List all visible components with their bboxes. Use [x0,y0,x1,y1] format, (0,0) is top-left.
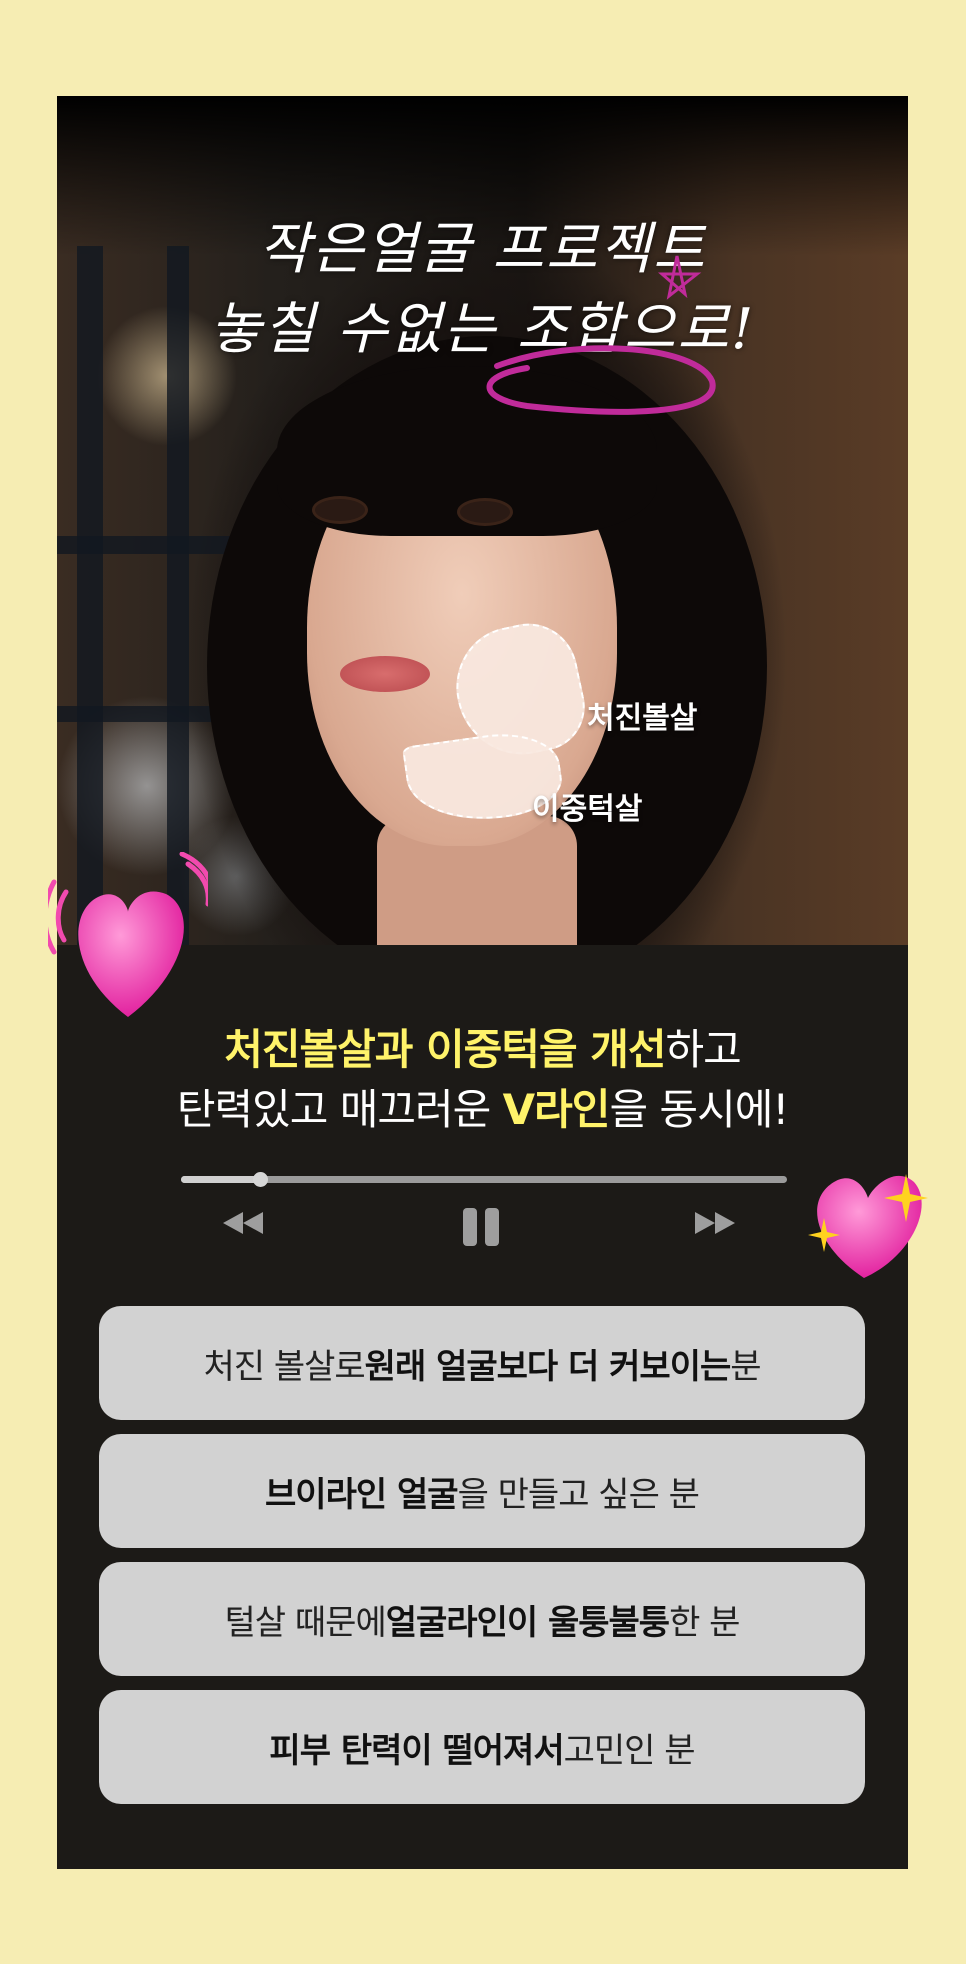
headline-line1: 처진볼살과 이중턱을 개선하고 [57,1016,908,1077]
target-item-1-bold: 원래 얼굴보다 더 커보이는 [364,1346,732,1387]
target-item-3: 털살 때문에 얼굴라인이 울퉁불퉁 한 분 [99,1562,865,1676]
target-item-4: 피부 탄력이 떨어져서 고민인 분 [99,1690,865,1804]
chin-label: 이중턱살 [532,792,643,827]
target-item-3-text: 털살 때문에 [224,1602,387,1643]
target-item-1-end: 분 [730,1346,761,1387]
fast-forward-icon[interactable] [693,1208,737,1238]
rewind-icon[interactable] [221,1208,265,1238]
target-item-1: 처진 볼살로 원래 얼굴보다 더 커보이는 분 [99,1306,865,1420]
hero-photo: 작은얼굴 프로젝트 놓칠 수없는 조합으로! 처진볼살 이중턱살 [57,96,908,945]
cheek-label: 처진볼살 [587,701,698,736]
vibrating-heart-icon [48,852,208,1017]
progress-bar[interactable] [181,1172,787,1187]
target-item-3-end: 한 분 [669,1602,740,1643]
headline-line1-highlight: 처진볼살과 이중턱을 개선 [224,1025,666,1074]
headline-line2-end: 을 동시에! [609,1085,789,1134]
headline-line1-rest: 하고 [665,1025,742,1074]
target-item-2-end: 을 만들고 싶은 분 [457,1474,700,1515]
headline-line2-start: 탄력있고 매끄러운 [176,1085,503,1134]
sparkling-heart-icon [808,1174,928,1278]
target-item-1-text: 처진 볼살로 [203,1346,365,1387]
headline-line2-highlight: V라인 [502,1085,611,1134]
headline-line2: 탄력있고 매끄러운 V라인을 동시에! [57,1076,908,1137]
pause-icon[interactable] [459,1206,505,1248]
target-item-2: 브이라인 얼굴 을 만들고 싶은 분 [99,1434,865,1548]
progress-fill [181,1176,260,1183]
target-item-2-bold: 브이라인 얼굴 [265,1474,459,1515]
target-item-4-bold: 피부 탄력이 떨어져서 [269,1730,564,1771]
progress-knob[interactable] [252,1172,268,1187]
target-item-4-end: 고민인 분 [563,1730,696,1771]
page-background: { "hero": { "title_line1": "작은얼굴 프로젝트", … [0,0,966,1964]
target-item-3-bold: 얼굴라인이 울퉁불퉁 [385,1602,670,1643]
